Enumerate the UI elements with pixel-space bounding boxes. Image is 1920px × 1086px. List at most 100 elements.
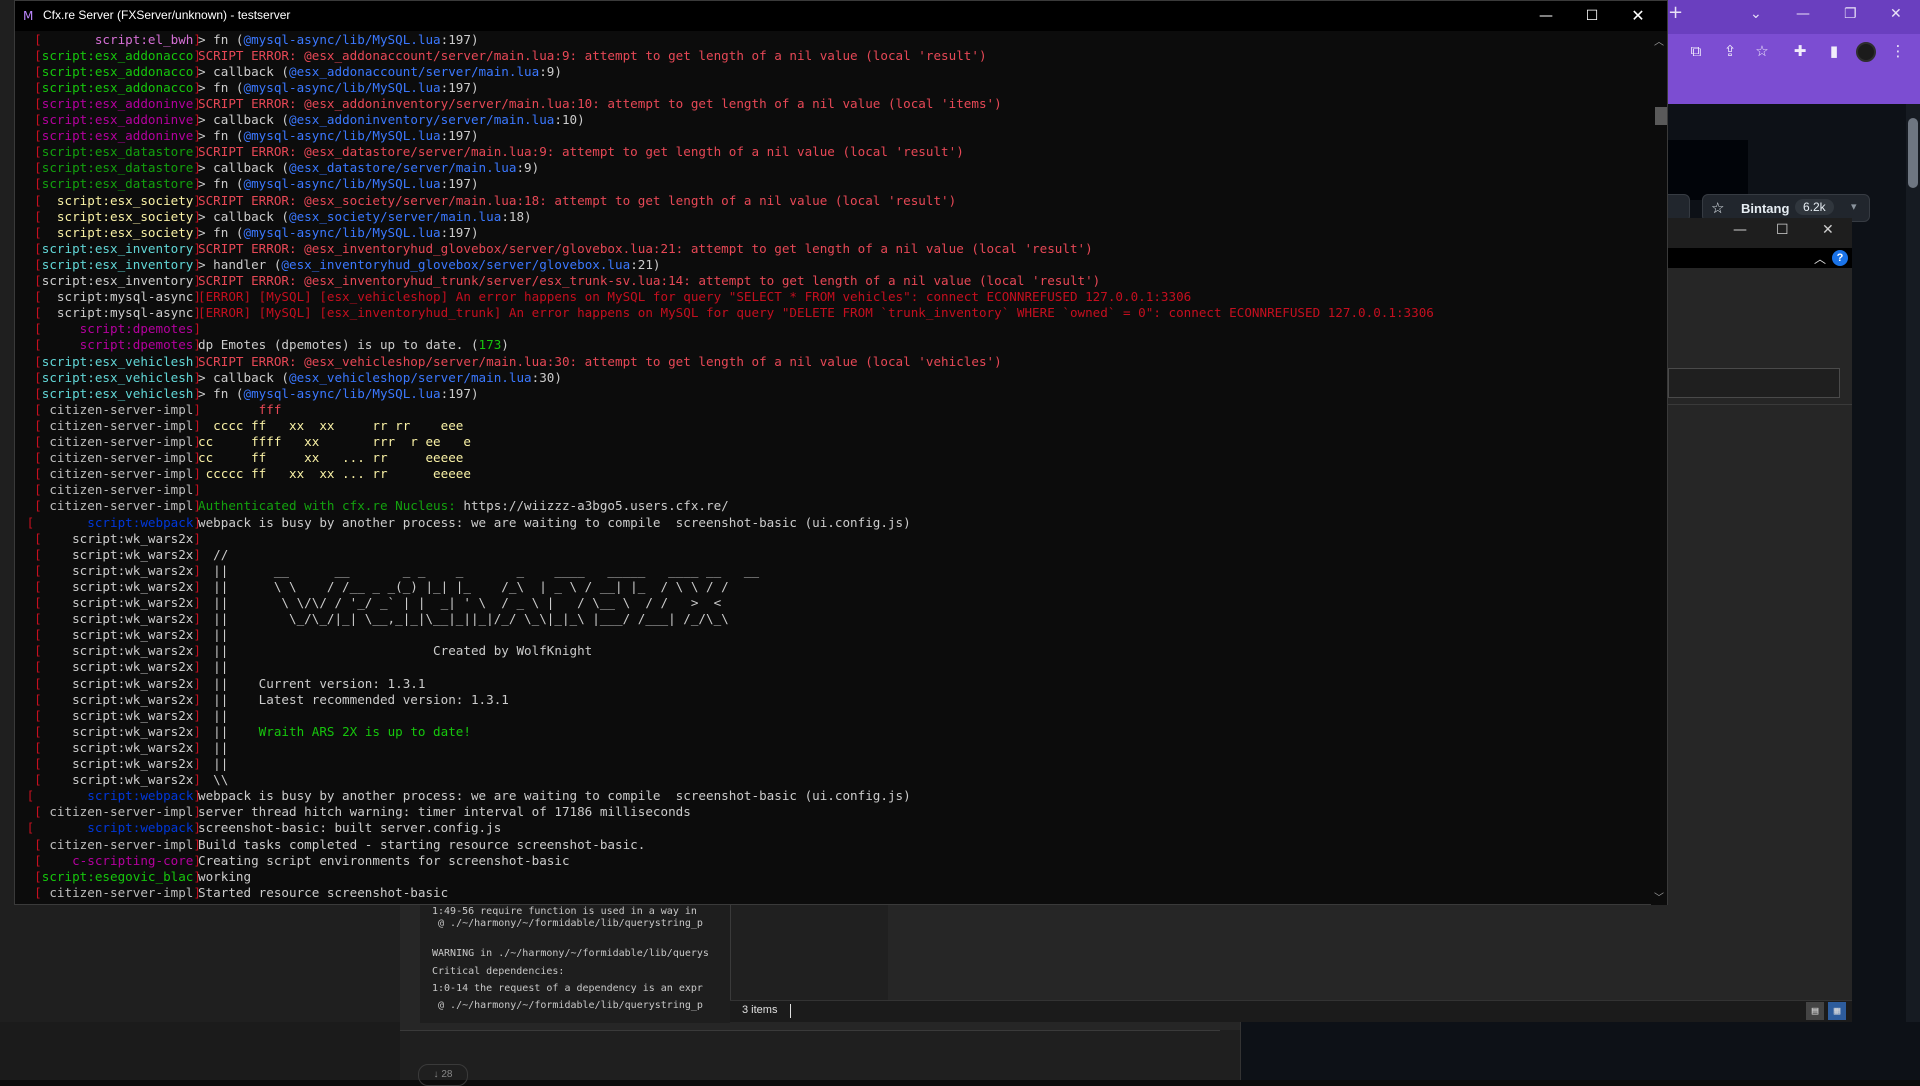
console-line: [script:esx_inventory] SCRIPT ERROR: @esx… <box>15 273 1649 289</box>
search-input[interactable] <box>1668 368 1840 398</box>
output-line: WARNING in ./~/harmony/~/formidable/lib/… <box>432 948 709 959</box>
browser-restore-button[interactable]: ❐ <box>1844 6 1857 22</box>
console-line: [ script:mysql-async] [ERROR] [MySQL] [es… <box>15 289 1649 305</box>
translate-icon[interactable]: ⧉ <box>1686 42 1706 62</box>
console-line: [ script:webpack] webpack is busy by anot… <box>15 515 1649 531</box>
new-tab-button[interactable]: + <box>1668 2 1683 23</box>
avatar[interactable] <box>1856 42 1876 62</box>
console-text-segment: webpack is busy by another process: we a… <box>198 514 911 530</box>
console-scroll-thumb[interactable] <box>1655 107 1667 125</box>
console-line-message: > fn (@mysql-async/lib/MySQL.lua:197) <box>198 176 479 192</box>
console-line-message: > callback (@esx_vehicleshop/server/main… <box>198 370 562 386</box>
extensions-icon[interactable]: ✚ <box>1790 42 1810 62</box>
console-line-message: || <box>198 708 228 724</box>
console-line: [script:esx_addonacco] > fn (@mysql-async… <box>15 80 1649 96</box>
details-view-icon[interactable]: ▤ <box>1806 1002 1824 1020</box>
console-line-tag: [script:esx_addoninve] <box>34 128 201 144</box>
scroll-up-arrow-icon[interactable]: ︿ <box>1654 33 1664 48</box>
console-text-segment: SCRIPT ERROR: @esx_vehicleshop/server/ma… <box>198 353 1002 369</box>
share-icon[interactable]: ⇪ <box>1720 42 1740 62</box>
console-line-tag: [ script:mysql-async] <box>34 305 201 321</box>
console-line-tag: [ script:mysql-async] <box>34 289 201 305</box>
console-line-message: || __ __ _ _ _ _ ____ _____ ____ __ __ <box>198 563 759 579</box>
console-text-segment: @esx_datastore/server/main.lua <box>289 160 517 176</box>
menu-icon[interactable]: ⋮ <box>1888 42 1908 62</box>
minimize-button[interactable]: — <box>1523 1 1569 31</box>
tiles-view-icon[interactable]: ▦ <box>1828 1002 1846 1020</box>
second-window-maximize-button[interactable]: ☐ <box>1776 222 1789 238</box>
console-line: [ script:webpack] webpack is busy by anot… <box>15 788 1649 804</box>
console-line-tag: [script:esx_datastore] <box>34 176 201 192</box>
console-line-tag: [ script:esx_society] <box>34 224 201 240</box>
console-titlebar[interactable]: M Cfx.re Server (FXServer/unknown) - tes… <box>15 1 1667 31</box>
star-outline-icon[interactable]: ☆ <box>1752 42 1772 62</box>
second-window-close-button[interactable]: ✕ <box>1822 222 1834 238</box>
console-text-segment: :197) <box>440 79 479 95</box>
console-line-tag: [ citizen-server-impl] <box>34 884 201 900</box>
desktop-background <box>0 1022 400 1080</box>
console-line-message: > callback (@esx_datastore/server/main.l… <box>198 160 539 176</box>
browser-close-button[interactable]: ✕ <box>1890 6 1902 22</box>
console-text-segment: || <box>198 627 229 643</box>
console-line-tag: [script:esx_vehiclesh] <box>34 353 201 369</box>
console-line-message: [ERROR] [MySQL] [esx_vehicleshop] An err… <box>198 289 1191 305</box>
console-line: [ script:wk_wars2x] || <box>15 627 1649 643</box>
console-line-message: SCRIPT ERROR: @esx_addonaccount/server/m… <box>198 48 987 64</box>
console-text-segment: > callback ( <box>198 112 289 127</box>
status-item-count: 3 items <box>742 1004 778 1016</box>
console-text-segment: fff <box>198 401 282 417</box>
window-title: Cfx.re Server (FXServer/unknown) - tests… <box>43 8 291 22</box>
console-line-tag: [ script:webpack] <box>26 820 201 836</box>
console-text-segment: > callback ( <box>198 369 289 385</box>
console-text-segment: SCRIPT ERROR: @esx_inventoryhud_glovebox… <box>198 240 1093 256</box>
console-line-tag: [ script:wk_wars2x] <box>34 562 201 578</box>
help-icon[interactable]: ? <box>1832 250 1848 266</box>
console-line: [script:esx_addoninve] SCRIPT ERROR: @esx… <box>15 96 1649 112</box>
second-window-minimize-button[interactable]: — <box>1733 222 1747 238</box>
console-line: [script:esx_datastore] SCRIPT ERROR: @esx… <box>15 144 1649 160</box>
console-output[interactable]: [ script:el_bwh] > fn (@mysql-async/lib/M… <box>15 31 1649 905</box>
console-line-tag: [ script:wk_wars2x] <box>34 643 201 659</box>
scroll-pill[interactable]: ↓ 28 <box>418 1064 468 1086</box>
tab-search-dropdown-icon[interactable]: ⌄ <box>1750 6 1762 22</box>
second-window <box>1668 218 1852 1022</box>
console-text-segment: [ERROR] [MySQL] [esx_inventoryhud_trunk]… <box>198 305 1434 321</box>
console-line: [script:esx_vehiclesh] > fn (@mysql-async… <box>15 386 1649 402</box>
console-line: [ script:wk_wars2x] <box>15 531 1649 547</box>
console-line-tag: [ script:dpemotes] <box>34 321 201 337</box>
star-icon: ☆ <box>1711 200 1725 217</box>
console-line-message: SCRIPT ERROR: @esx_addoninventory/server… <box>198 96 1002 112</box>
console-line: [ citizen-server-impl] server thread hitc… <box>15 804 1649 820</box>
console-text-segment: > callback ( <box>198 208 289 224</box>
console-line: [ script:el_bwh] > fn (@mysql-async/lib/M… <box>15 32 1649 48</box>
console-line-message: SCRIPT ERROR: @esx_vehicleshop/server/ma… <box>198 354 1002 370</box>
console-text-segment: // <box>198 546 229 562</box>
close-button[interactable]: ✕ <box>1615 1 1661 31</box>
console-line-tag: [ script:wk_wars2x] <box>34 675 201 691</box>
console-line: [script:esegovic_blac] working <box>15 869 1649 885</box>
maximize-button[interactable]: ☐ <box>1569 1 1615 31</box>
console-text-segment: cc ff xx ... rr eeeee <box>198 450 464 466</box>
scroll-down-arrow-icon[interactable]: ﹀ <box>1654 889 1664 904</box>
console-line: [ script:wk_wars2x] || Current version: … <box>15 676 1649 692</box>
console-line-message: Started resource screenshot-basic <box>198 885 448 901</box>
console-line-message: || Wraith ARS 2X is up to date! <box>198 724 471 740</box>
console-text-segment: || <box>198 659 229 675</box>
console-line-message: > callback (@esx_society/server/main.lua… <box>198 209 532 225</box>
console-line-tag: [ script:webpack] <box>26 788 201 804</box>
console-text-segment: @esx_society/server/main.lua <box>289 208 502 224</box>
chevron-up-icon[interactable]: ︿ <box>1814 250 1826 267</box>
page-scroll-thumb[interactable] <box>1908 118 1918 188</box>
chevron-down-icon[interactable]: ▾ <box>1851 200 1857 213</box>
console-scrollbar[interactable] <box>1651 31 1667 905</box>
sidebar-icon[interactable]: ▮ <box>1824 42 1844 62</box>
console-text-segment: @esx_vehicleshop/server/main.lua <box>289 369 532 385</box>
console-line-message: cc ffff xx rrr r ee e <box>198 434 471 450</box>
fxserver-console-window: M Cfx.re Server (FXServer/unknown) - tes… <box>14 0 1668 905</box>
console-line: [script:esx_datastore] > callback (@esx_d… <box>15 160 1649 176</box>
page-scrollbar[interactable] <box>1906 104 1920 1080</box>
console-line: [ script:esx_society] SCRIPT ERROR: @esx_… <box>15 193 1649 209</box>
browser-minimize-button[interactable]: — <box>1796 6 1810 22</box>
console-line: [ script:mysql-async] [ERROR] [MySQL] [es… <box>15 305 1649 321</box>
console-line-tag: [ script:webpack] <box>26 514 201 530</box>
